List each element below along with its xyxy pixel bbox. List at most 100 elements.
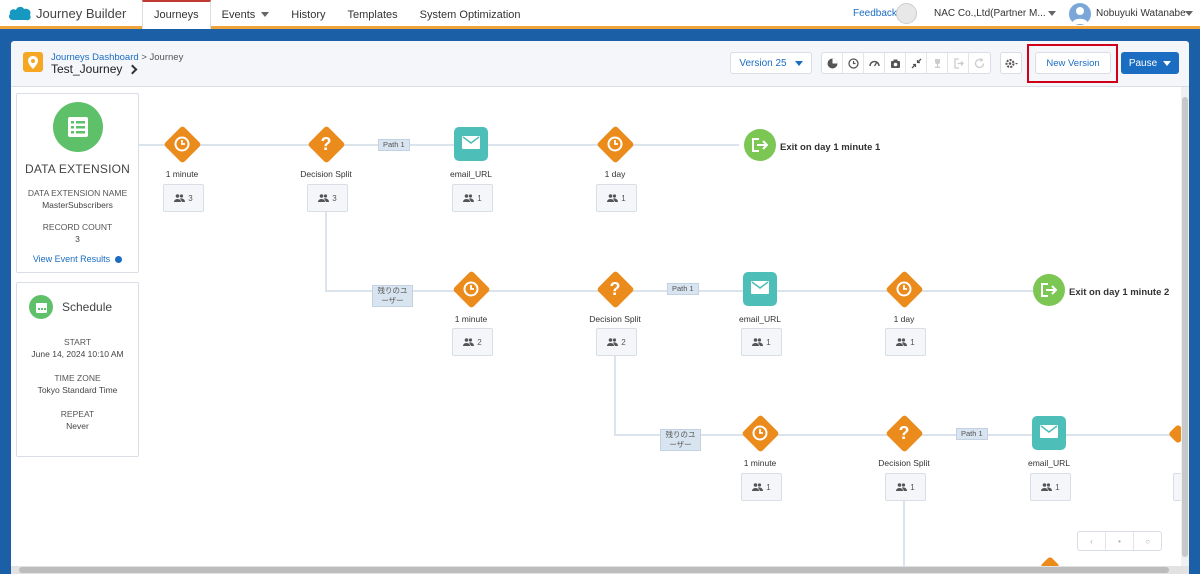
user-avatar-icon[interactable] — [1069, 3, 1091, 25]
branch-tag[interactable]: 残りのユーザー — [660, 429, 701, 451]
refresh-icon[interactable] — [969, 53, 990, 73]
zoom-reset-button[interactable]: • — [1106, 532, 1134, 550]
version-dropdown[interactable]: Version 25 — [730, 52, 812, 74]
exit-icon[interactable] — [1033, 274, 1065, 306]
nav-tabs: Journeys Events History Templates System… — [142, 0, 532, 29]
snapshot-camera-icon[interactable] — [885, 53, 906, 73]
population-count[interactable]: 1 — [452, 184, 493, 212]
population-count[interactable]: 1 — [596, 184, 637, 212]
settings-gear-icon[interactable] — [1000, 52, 1022, 74]
entry-name-label: DATA EXTENSION NAME — [27, 188, 128, 198]
tab-journeys[interactable]: Journeys — [142, 0, 211, 29]
entry-title: DATA EXTENSION — [24, 162, 131, 176]
email-activity[interactable] — [1032, 416, 1066, 450]
path-tag[interactable]: Path 1 — [378, 139, 410, 151]
population-count[interactable]: 3 — [307, 184, 348, 212]
envelope-icon — [1040, 425, 1058, 441]
tab-templates[interactable]: Templates — [337, 0, 409, 29]
data-extension-icon — [52, 102, 103, 152]
horizontal-scrollbar[interactable] — [11, 566, 1189, 574]
goal-gauge-icon[interactable] — [864, 53, 885, 73]
connector-line — [903, 494, 905, 567]
schedule-card[interactable]: Schedule START June 14, 2024 10:10 AM TI… — [16, 282, 139, 457]
connector-line — [614, 349, 616, 436]
analytics-pie-icon[interactable] — [822, 53, 843, 73]
chevron-right-icon — [127, 64, 138, 74]
collapse-arrows-icon[interactable] — [906, 53, 927, 73]
entry-name-value: MasterSubscribers — [42, 200, 113, 210]
chevron-down-icon[interactable] — [1185, 11, 1193, 16]
activity-label: Decision Split — [300, 169, 352, 179]
branch-tag[interactable]: 残りのユーザー — [372, 285, 413, 307]
location-pin-icon — [23, 52, 43, 72]
tab-events[interactable]: Events — [211, 0, 281, 29]
population-count[interactable]: 3 — [163, 184, 204, 212]
activity-label: Decision Split — [878, 458, 930, 468]
population-count[interactable]: 2 — [452, 328, 493, 356]
exit-label: Exit on day 1 minute 1 — [780, 142, 881, 153]
app-title: Journey Builder — [36, 6, 127, 21]
journey-canvas[interactable]: DATA EXTENSION DATA EXTENSION NAME Maste… — [11, 87, 1189, 567]
chevron-down-icon[interactable] — [1048, 11, 1056, 16]
question-icon: ? — [320, 133, 332, 154]
clock-icon — [741, 414, 779, 452]
pause-button[interactable]: Pause — [1121, 52, 1179, 74]
user-name[interactable]: Nobuyuki Watanabe — [1096, 8, 1186, 19]
exit-label: Exit on day 1 minute 2 — [1069, 287, 1170, 298]
connector-line — [325, 203, 327, 292]
chevron-down-icon — [261, 12, 270, 17]
history-clock-icon[interactable] — [843, 53, 864, 73]
population-count[interactable]: 1 — [885, 328, 926, 356]
info-icon — [115, 256, 123, 264]
exit-icon[interactable] — [744, 129, 776, 161]
population-count[interactable]: 1 — [741, 328, 782, 356]
new-version-button[interactable]: New Version — [1035, 52, 1111, 74]
tab-system-optimization[interactable]: System Optimization — [409, 0, 532, 29]
app-logo[interactable]: Journey Builder — [7, 5, 126, 22]
envelope-icon — [462, 136, 480, 152]
tab-history[interactable]: History — [280, 0, 336, 29]
population-count[interactable]: 2 — [596, 328, 637, 356]
timezone-label: TIME ZONE — [54, 373, 101, 383]
zoom-fit-button[interactable]: ○ — [1134, 532, 1161, 550]
record-count-value: 3 — [75, 234, 80, 244]
population-count[interactable]: 1 — [1030, 473, 1071, 501]
journey-name[interactable]: Test_Journey — [51, 62, 138, 76]
exit-criteria-icon[interactable] — [948, 53, 969, 73]
top-navigation: Journey Builder Journeys Events History … — [0, 0, 1200, 29]
einstein-avatar-icon — [896, 3, 917, 24]
email-activity[interactable] — [454, 127, 488, 161]
calendar-icon — [29, 295, 53, 319]
zoom-out-button[interactable]: ‹ — [1078, 532, 1106, 550]
activity-label: 1 minute — [454, 314, 488, 324]
activity-label: 1 minute — [165, 169, 199, 179]
zoom-controls: ‹ • ○ — [1077, 531, 1162, 551]
path-tag[interactable]: Path 1 — [667, 283, 699, 295]
start-label: START — [63, 337, 92, 347]
feedback-link[interactable]: Feedback — [853, 8, 897, 19]
entry-source-card[interactable]: DATA EXTENSION DATA EXTENSION NAME Maste… — [16, 93, 139, 273]
population-count[interactable]: 1 — [885, 473, 926, 501]
repeat-label: REPEAT — [60, 409, 95, 419]
activity-label: Decision Split — [589, 314, 641, 324]
view-event-results-link[interactable]: View Event Results — [17, 254, 138, 264]
org-switcher[interactable]: NAC Co.,Ltd(Partner M... — [934, 8, 1046, 19]
population-count[interactable]: 1 — [741, 473, 782, 501]
chevron-down-icon — [1163, 60, 1172, 66]
record-count-label: RECORD COUNT — [42, 222, 113, 232]
clock-icon — [163, 125, 201, 163]
question-icon: ? — [609, 278, 621, 299]
activity-label: 1 day — [604, 169, 626, 179]
timezone-value: Tokyo Standard Time — [37, 385, 118, 395]
trophy-icon[interactable] — [927, 53, 948, 73]
journey-header: Journeys Dashboard > Journey Test_Journe… — [11, 41, 1189, 87]
email-activity[interactable] — [743, 272, 777, 306]
vertical-scrollbar[interactable] — [1181, 87, 1189, 567]
activity-label: 1 minute — [743, 458, 777, 468]
repeat-value: Never — [66, 421, 89, 431]
envelope-icon — [751, 281, 769, 297]
clock-icon — [452, 270, 490, 308]
schedule-title: Schedule — [62, 300, 113, 314]
activity-label: email_URL — [449, 169, 493, 179]
path-tag[interactable]: Path 1 — [956, 428, 988, 440]
